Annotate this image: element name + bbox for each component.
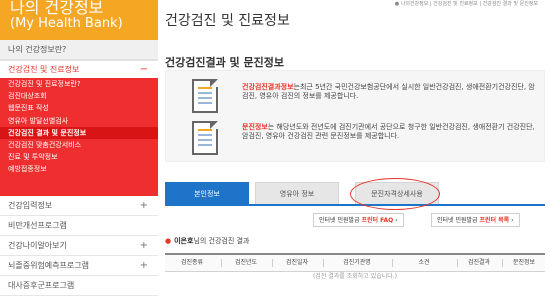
sidebar-section-label: 건강검진 및 진료정보 [8,65,80,74]
expand-icon[interactable]: + [140,236,148,255]
button-prefix: 인터넷 민원발급 [319,217,362,224]
breadcrumb: ● 나의건강정보 | 건강검진 및 진료정보 | 건강검진 결과 및 문진정보 [394,1,538,7]
sidebar-item-about[interactable]: 나의 건강정보란? [0,40,158,60]
brand-subtitle: (My Health Bank) [10,16,123,31]
table-header: 검진종류 검진년도 검진일자 검진기관명 소견 검진결과 문진정보 [165,253,545,272]
sidebar-item[interactable]: 비만개선프로그램 [0,216,158,236]
submenu-item[interactable]: 웹문진표 작성 [0,102,158,114]
highlight-text: 문진정보 [242,123,268,131]
submenu-item-selected[interactable]: 건강검진 결과 및 문진정보 [0,126,158,139]
submenu-item[interactable]: 건강검진 및 진료정보란? [0,78,158,90]
sidebar-item-label: 건강나이알아보기 [8,241,67,250]
brand-title: 나의 건강정보 [10,0,104,17]
sidebar-submenu: 건강검진 및 진료정보란? 검진대상조회 웹문진표 작성 영유아 발달선별검사 … [0,78,158,196]
brand-header[interactable]: 나의 건강정보 (My Health Bank) [0,0,158,40]
table-row-text: (검진 결과를 조회하고 있습니다.) [312,273,398,280]
sidebar-section-checkup[interactable]: 건강검진 및 진료정보 − [0,60,158,78]
tab-infant-info[interactable]: 영유아 정보 [255,182,339,204]
sidebar-item-label: 대사증후군프로그램 [8,281,75,290]
tab-self-info[interactable]: 본인정보 [165,182,249,204]
submenu-item[interactable]: 건강검진 맞춤건강서비스 [0,139,158,151]
table-row: (검진 결과를 조회하고 있습니다.) [165,271,545,281]
checkup-result-description: 건강검진결과정보는최근 5년간 국민건강보험공단에서 실시한 일반건강검진, 생… [242,83,537,101]
submenu-item[interactable]: 진료 및 투약정보 [0,151,158,163]
user-name: 이은호 [174,237,194,245]
column-header: 소견 [418,259,430,266]
submenu-item[interactable]: 검진대상조회 [0,90,158,102]
column-header: 문진정보 [512,259,536,266]
sidebar-item[interactable]: 건강입력정보 + [0,196,158,216]
button-bold-label: 프린터 목록 [479,217,510,224]
collapse-icon[interactable]: − [140,61,148,79]
printer-list-button[interactable]: 인터넷 민원발급 프린터 목록 › [431,213,520,227]
section-title: 건강검진결과 및 문진정보 [165,56,284,69]
highlight-circle [350,178,440,210]
submenu-item[interactable]: 예방접종정보 [0,163,158,175]
button-bold-label: 프린터 FAQ [361,217,394,224]
sidebar-item-label: 비만개선프로그램 [8,221,67,230]
page-title: 건강검진 및 진료정보 [165,13,290,29]
sidebar-item-label: 뇌졸중위험예측프로그램 [8,261,89,270]
highlight-text: 건강검진결과정보 [242,83,294,91]
expand-icon[interactable]: + [140,196,148,215]
column-header: 검진년도 [234,259,258,266]
sidebar-item[interactable]: 뇌졸중위험예측프로그램 + [0,256,158,276]
arrow-icon: › [511,217,514,224]
arrow-icon: › [395,217,398,224]
expand-icon[interactable]: + [140,256,148,275]
sidebar: 나의 건강정보 (My Health Bank) 나의 건강정보란? 건강검진 … [0,0,158,296]
sidebar-item[interactable]: 건강나이알아보기 + [0,236,158,256]
sidebar-menu-list: 건강입력정보 + 비만개선프로그램 건강나이알아보기 + 뇌졸중위험예측프로그램… [0,196,158,296]
sidebar-item[interactable]: 대사증후군프로그램 [0,276,158,296]
result-title: ● 이은호님의 건강검진 결과 [165,236,249,246]
column-header: 검진종류 [180,259,204,266]
printer-faq-button[interactable]: 인터넷 민원발급 프린터 FAQ › [313,213,404,227]
bullet-icon: ● [165,237,172,245]
column-header: 검진결과 [467,259,491,266]
info-box: 건강검진결과정보는최근 5년간 국민건강보험공단에서 실시한 일반건강검진, 생… [165,70,545,162]
result-suffix: 님의 건강검진 결과 [193,237,250,245]
column-header: 검진일자 [285,259,309,266]
sidebar-item-label: 건강입력정보 [8,201,53,210]
column-header: 검진기관명 [343,259,371,266]
button-prefix: 인터넷 민원발급 [437,217,480,224]
document-icon [192,79,218,113]
description-text: 는 해당년도와 전년도에 검진기관에서 공단으로 청구한 일반건강검진, 생애전… [242,123,535,140]
questionnaire-description: 문진정보는 해당년도와 전년도에 검진기관에서 공단으로 청구한 일반건강검진,… [242,123,537,141]
submenu-item[interactable]: 영유아 발달선별검사 [0,115,158,127]
document-icon [192,121,218,155]
